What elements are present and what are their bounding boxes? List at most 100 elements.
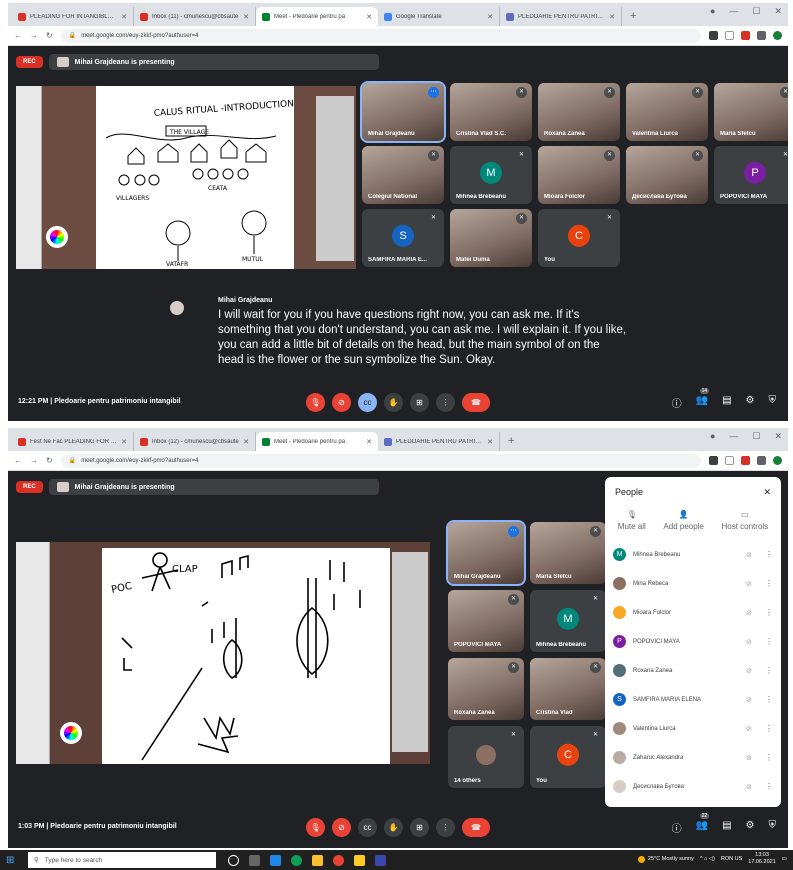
browser-tab[interactable]: Fest Ne Fac PLEADING FOR INT ✕ — [12, 432, 134, 451]
people-list-item[interactable]: S SAMFIRA MARIA ELENA ⊘ ⋮ — [605, 685, 781, 714]
people-list-item[interactable]: Mina Rebeca ⊘ ⋮ — [605, 569, 781, 598]
camera-icon[interactable] — [709, 31, 718, 40]
camera-off-button[interactable]: ⊘ — [332, 818, 351, 837]
profile-icon[interactable]: ● — [710, 431, 715, 442]
more-options-button[interactable]: ⋮ — [436, 818, 455, 837]
browser-tab[interactable]: Google Translate ✕ — [378, 7, 500, 26]
people-button[interactable]: 👥 22 — [696, 813, 710, 835]
reload-icon[interactable]: ↻ — [46, 456, 53, 465]
tab-close-icon[interactable]: ✕ — [121, 13, 127, 21]
participant-tile[interactable]: ✕ Cristina Vlad S.C. — [450, 83, 532, 141]
people-button[interactable]: 👥 14 — [696, 388, 710, 410]
explorer-icon[interactable] — [354, 854, 365, 866]
people-action-button[interactable]: 🎙 Mute all — [618, 510, 646, 534]
participant-tile[interactable]: ✕ Roxana Zanea — [448, 658, 524, 720]
participant-tile[interactable]: ✕ Roxana Zanea — [538, 83, 620, 141]
new-tab-button[interactable]: + — [500, 432, 522, 451]
participant-tile[interactable]: ✕ 14 others — [448, 726, 524, 788]
more-vert-icon[interactable]: ⋮ — [765, 579, 773, 588]
tab-close-icon[interactable]: ✕ — [243, 13, 249, 21]
more-vert-icon[interactable]: ⋮ — [765, 637, 773, 646]
participant-tile[interactable]: ✕ Matei Duma — [450, 209, 532, 267]
maximize-button[interactable]: ☐ — [752, 6, 760, 17]
cortana-icon[interactable] — [228, 854, 239, 866]
participant-tile[interactable]: ⋯ Mihai Grajdeanu — [446, 520, 526, 586]
participant-tile[interactable]: ✕ Maria Sfetcu — [714, 83, 788, 141]
forward-icon[interactable]: → — [30, 31, 38, 40]
raise-hand-button[interactable]: ✋ — [384, 393, 403, 412]
info-icon[interactable]: ⓘ — [672, 820, 682, 835]
edge-icon[interactable] — [291, 854, 302, 866]
more-vert-icon[interactable]: ⋮ — [765, 666, 773, 675]
more-options-button[interactable]: ⋮ — [436, 393, 455, 412]
chat-icon[interactable]: ▤ — [722, 820, 731, 835]
weather-widget[interactable]: 25°C Mostly sunny — [637, 855, 694, 863]
raise-hand-button[interactable]: ✋ — [384, 818, 403, 837]
browser-tab[interactable]: Meet - Pledoarie pentru pa ✕ — [256, 432, 378, 451]
participant-tile[interactable]: C ✕ You — [538, 209, 620, 267]
people-list-item[interactable]: P POPOVICI MAYA ⊘ ⋮ — [605, 627, 781, 656]
minimize-button[interactable]: — — [729, 431, 738, 442]
browser-tab[interactable]: Inbox (12) - cmunescu@cbsaute ✕ — [134, 432, 256, 451]
end-call-button[interactable]: ☎ — [462, 393, 490, 412]
maximize-button[interactable]: ☐ — [752, 431, 760, 442]
minimize-button[interactable]: — — [729, 6, 738, 17]
close-panel-button[interactable]: ✕ — [763, 487, 771, 498]
mail-icon[interactable] — [270, 854, 281, 866]
notifications-icon[interactable]: ▭ — [782, 856, 787, 862]
extension-red-icon[interactable] — [741, 456, 750, 465]
host-controls-icon[interactable]: ⛨ — [769, 395, 777, 410]
new-tab-button[interactable]: + — [622, 7, 644, 26]
url-field[interactable]: 🔒 meet.google.com/euy-zkkf-pmo?authuser=4 — [60, 28, 701, 43]
store-icon[interactable] — [312, 854, 323, 866]
back-icon[interactable]: ← — [14, 456, 22, 465]
participant-tile[interactable]: ✕ Maria Sfetcu — [530, 522, 606, 584]
people-list-item[interactable]: Десислава Бутова ⊘ ⋮ — [605, 772, 781, 801]
chrome-icon[interactable] — [333, 854, 344, 866]
present-button[interactable]: ⊞ — [410, 818, 429, 837]
people-list-item[interactable]: Zaharuc Alexandra ⊘ ⋮ — [605, 743, 781, 772]
more-vert-icon[interactable]: ⋮ — [765, 724, 773, 733]
captions-button[interactable]: cc — [358, 818, 377, 837]
participant-tile[interactable]: ⋯ Mihai Grajdeanu — [360, 81, 446, 143]
star-icon[interactable] — [725, 456, 734, 465]
profile-icon[interactable]: ● — [710, 6, 715, 17]
participant-tile[interactable]: S ✕ SAMFIRA MARIA E... — [362, 209, 444, 267]
account-avatar-icon[interactable] — [773, 31, 782, 40]
puzzle-icon[interactable] — [757, 31, 766, 40]
people-action-button[interactable]: ▭ Host controls — [721, 510, 768, 534]
activities-icon[interactable]: ⚙ — [746, 820, 755, 835]
participant-tile[interactable]: ✕ Mioara Folclor — [538, 146, 620, 204]
participant-tile[interactable]: ✕ POPOVICI MAYA — [448, 590, 524, 652]
participant-tile[interactable]: M ✕ Mihnea Brebeanu — [530, 590, 606, 652]
participant-tile[interactable]: ✕ Colegiul National — [362, 146, 444, 204]
clock-date[interactable]: 13:03 17.06.2021 — [748, 852, 776, 866]
tab-close-icon[interactable]: ✕ — [366, 13, 372, 21]
url-field[interactable]: 🔒 meet.google.com/euy-zkkf-pmo?authuser=4 — [60, 453, 701, 468]
tab-close-icon[interactable]: ✕ — [487, 13, 493, 21]
taskbar-search[interactable]: ⚲ Type here to search — [28, 852, 216, 868]
tab-close-icon[interactable]: ✕ — [121, 438, 127, 446]
tab-close-icon[interactable]: ✕ — [487, 438, 493, 446]
more-vert-icon[interactable]: ⋮ — [765, 753, 773, 762]
puzzle-icon[interactable] — [757, 456, 766, 465]
people-list-item[interactable]: Mioara Folclor ⊘ ⋮ — [605, 598, 781, 627]
info-icon[interactable]: ⓘ — [672, 395, 682, 410]
participant-tile[interactable]: ✕ Десислава Бутова — [626, 146, 708, 204]
mic-off-button[interactable]: 🎙 — [306, 818, 325, 837]
people-list-item[interactable]: Valentina Liurca ⊘ ⋮ — [605, 714, 781, 743]
extension-red-icon[interactable] — [741, 31, 750, 40]
tab-close-icon[interactable]: ✕ — [609, 13, 615, 21]
reload-icon[interactable]: ↻ — [46, 31, 53, 40]
camera-icon[interactable] — [709, 456, 718, 465]
mic-off-button[interactable]: 🎙 — [306, 393, 325, 412]
more-vert-icon[interactable]: ⋮ — [765, 608, 773, 617]
captions-button[interactable]: cc — [358, 393, 377, 412]
tab-close-icon[interactable]: ✕ — [366, 438, 372, 446]
close-window-button[interactable]: ✕ — [774, 6, 782, 17]
people-list-item[interactable]: M Mihnea Brebeanu ⊘ ⋮ — [605, 540, 781, 569]
back-icon[interactable]: ← — [14, 31, 22, 40]
browser-tab[interactable]: Inbox (11) - cmunescu@cbsaute ✕ — [134, 7, 256, 26]
close-window-button[interactable]: ✕ — [774, 431, 782, 442]
star-icon[interactable] — [725, 31, 734, 40]
